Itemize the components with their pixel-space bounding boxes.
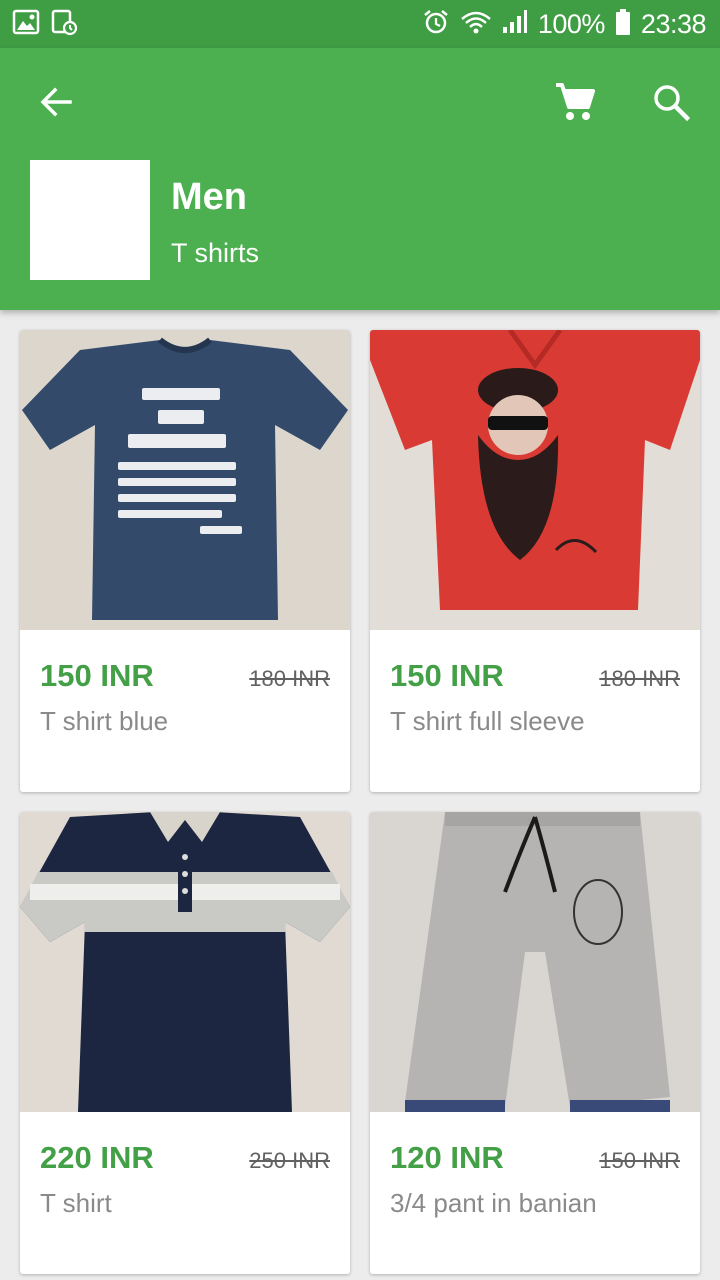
wifi-icon (460, 8, 492, 41)
product-card[interactable]: 120 INR 150 INR 3/4 pant in banian (370, 812, 700, 1274)
screen-record-icon (50, 8, 78, 41)
product-image-grey-pant (370, 812, 700, 1112)
signal-icon (502, 9, 528, 40)
battery-icon (615, 8, 631, 41)
product-image-blue-tshirt (20, 330, 350, 630)
clock: 23:38 (640, 8, 707, 39)
product-old-price: 180 INR (249, 666, 330, 691)
gallery-icon (12, 9, 40, 40)
product-old-price: 150 INR (599, 1148, 680, 1173)
arrow-back-icon (38, 84, 74, 125)
alarm-icon (422, 8, 450, 41)
category-title: Men (171, 176, 247, 218)
product-name: 3/4 pant in banian (390, 1188, 597, 1218)
product-card[interactable]: 150 INR 180 INR T shirt blue (20, 330, 350, 792)
product-card[interactable]: 150 INR 180 INR T shirt full sleeve (370, 330, 700, 792)
product-name: T shirt full sleeve (390, 706, 585, 736)
category-subtitle: T shirts (171, 238, 260, 268)
product-image-polo-tshirt (20, 812, 350, 1112)
product-name: T shirt blue (40, 706, 169, 736)
shopping-cart-icon (554, 81, 596, 128)
product-price: 150 INR (390, 658, 504, 693)
product-image-red-tshirt (370, 330, 700, 630)
product-old-price: 250 INR (249, 1148, 330, 1173)
product-old-price: 180 INR (599, 666, 680, 691)
status-bar: 100% 23:38 (0, 0, 720, 48)
product-price: 120 INR (390, 1140, 504, 1175)
battery-percent: 100% (537, 8, 606, 39)
product-name: T shirt (40, 1188, 112, 1218)
search-button[interactable] (643, 76, 699, 132)
search-icon (652, 83, 691, 126)
product-card[interactable]: 220 INR 250 INR T shirt (20, 812, 350, 1274)
product-price: 220 INR (40, 1140, 154, 1175)
product-price: 150 INR (40, 658, 154, 693)
cart-button[interactable] (547, 76, 603, 132)
back-button[interactable] (28, 76, 84, 132)
category-image (30, 160, 150, 280)
app-bar: Men T shirts (0, 48, 720, 310)
